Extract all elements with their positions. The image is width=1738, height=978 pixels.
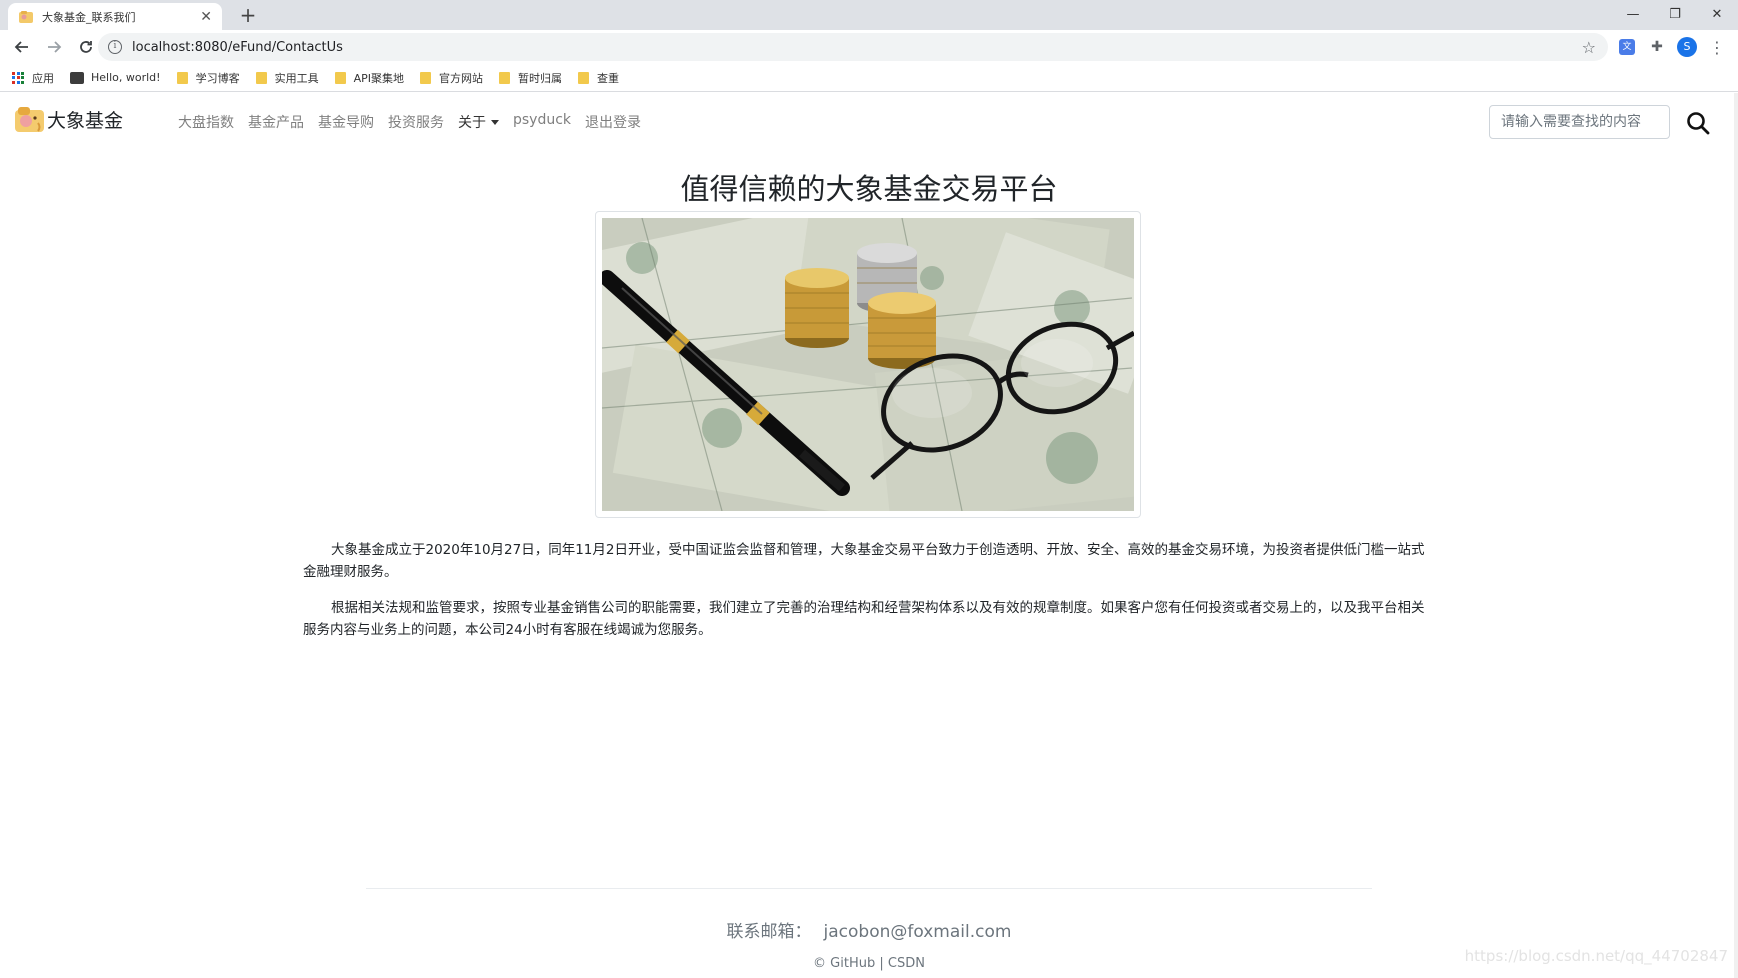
csdn-link[interactable]: CSDN bbox=[888, 956, 925, 971]
browser-tabstrip: 大象基金_联系我们 ✕ + — ❐ ✕ bbox=[0, 0, 1738, 30]
hello-world-icon bbox=[70, 71, 84, 84]
back-button[interactable] bbox=[8, 33, 36, 61]
extensions-area: 文 ✚ S ⋮ bbox=[1616, 33, 1728, 61]
minimize-icon[interactable]: — bbox=[1612, 0, 1654, 28]
contact-line: 联系邮箱： jacobon@foxmail.com bbox=[0, 917, 1738, 942]
arrow-right-icon bbox=[48, 41, 62, 53]
copyright-symbol: © bbox=[813, 956, 827, 971]
browser-tab[interactable]: 大象基金_联系我们 ✕ bbox=[8, 3, 222, 30]
bookmark-folder[interactable]: 暂时归属 bbox=[498, 70, 562, 86]
bookmark-label: 查重 bbox=[596, 71, 619, 85]
address-bar[interactable]: i localhost:8080/eFund/ContactUs ☆ bbox=[98, 33, 1608, 61]
translate-icon: 文 bbox=[1619, 39, 1635, 55]
profile-button[interactable]: S bbox=[1676, 36, 1698, 58]
elephant-logo-icon bbox=[15, 107, 44, 132]
logout-link[interactable]: 退出登录 bbox=[585, 112, 641, 132]
avatar: S bbox=[1677, 37, 1697, 57]
bookmark-label: 官方网站 bbox=[438, 71, 483, 85]
folder-icon bbox=[498, 71, 510, 84]
folder-icon bbox=[577, 71, 589, 84]
elephant-logo-icon bbox=[19, 10, 33, 23]
bookmark-folder[interactable]: 学习博客 bbox=[176, 70, 240, 86]
more-vert-icon: ⋮ bbox=[1709, 37, 1725, 57]
contact-label: 联系邮箱： bbox=[726, 922, 812, 942]
nav-link-username[interactable]: psyduck bbox=[513, 112, 571, 132]
translate-extension-button[interactable]: 文 bbox=[1616, 36, 1638, 58]
money-coins-pen-glasses-image bbox=[602, 218, 1134, 511]
nav-link-market-index[interactable]: 大盘指数 bbox=[178, 112, 234, 132]
apps-grid-icon bbox=[12, 71, 24, 84]
bookmark-label: Hello, world! bbox=[91, 71, 161, 84]
tab-close-icon[interactable]: ✕ bbox=[200, 9, 212, 25]
hero-image-frame bbox=[595, 211, 1141, 518]
bookmark-star-icon[interactable]: ☆ bbox=[1582, 38, 1596, 57]
bookmark-label: 学习博客 bbox=[195, 71, 240, 85]
bookmark-label: 暂时归属 bbox=[517, 71, 562, 85]
puzzle-icon: ✚ bbox=[1651, 39, 1663, 55]
folder-icon bbox=[419, 71, 431, 84]
page-scrollbar[interactable] bbox=[1734, 93, 1738, 978]
reload-button[interactable] bbox=[72, 33, 100, 61]
arrow-left-icon bbox=[14, 41, 28, 53]
watermark-text: https://blog.csdn.net/qq_44702847 bbox=[1464, 947, 1728, 965]
footer-separator: | bbox=[879, 956, 884, 971]
folder-icon bbox=[255, 71, 267, 84]
close-icon[interactable]: ✕ bbox=[1696, 0, 1738, 28]
bookmark-folder[interactable]: 官方网站 bbox=[419, 70, 483, 86]
github-link[interactable]: GitHub bbox=[830, 956, 875, 971]
tab-title: 大象基金_联系我们 bbox=[42, 10, 136, 24]
search-icon[interactable] bbox=[1684, 109, 1712, 137]
bookmark-folder[interactable]: 实用工具 bbox=[255, 70, 319, 86]
footer-divider bbox=[366, 888, 1372, 889]
caret-down-icon bbox=[491, 120, 499, 125]
page-title: 值得信赖的大象基金交易平台 bbox=[680, 172, 1058, 206]
brand-name: 大象基金 bbox=[47, 109, 124, 132]
intro-text: 大象基金成立于2020年10月27日，同年11月2日开业，受中国证监会监督和管理… bbox=[303, 539, 1435, 655]
bookmark-folder[interactable]: API聚集地 bbox=[334, 70, 404, 86]
bookmark-label: API聚集地 bbox=[353, 71, 404, 85]
nav-link-investment-services[interactable]: 投资服务 bbox=[388, 112, 444, 132]
intro-paragraph: 根据相关法规和监管要求，按照专业基金销售公司的职能需要，我们建立了完善的治理结构… bbox=[303, 600, 1425, 638]
site-info-icon[interactable]: i bbox=[108, 40, 122, 54]
folder-icon bbox=[334, 71, 346, 84]
url-text[interactable]: localhost:8080/eFund/ContactUs bbox=[132, 40, 343, 55]
window-controls: — ❐ ✕ bbox=[1612, 0, 1738, 30]
bookmark-folder[interactable]: 查重 bbox=[577, 70, 619, 86]
bookmark-label: 应用 bbox=[32, 71, 54, 85]
nav-link-fund-products[interactable]: 基金产品 bbox=[248, 112, 304, 132]
nav-dropdown-about[interactable]: 关于 bbox=[458, 112, 499, 132]
forward-button[interactable] bbox=[40, 33, 68, 61]
nav-links: 大盘指数 基金产品 基金导购 投资服务 关于 psyduck 退出登录 bbox=[178, 112, 655, 132]
intro-paragraph: 大象基金成立于2020年10月27日，同年11月2日开业，受中国证监会监督和管理… bbox=[303, 542, 1425, 580]
browser-menu-button[interactable]: ⋮ bbox=[1706, 36, 1728, 58]
bookmark-item[interactable]: Hello, world! bbox=[70, 71, 161, 84]
dropdown-label: 关于 bbox=[458, 115, 486, 131]
brand-link[interactable]: 大象基金 bbox=[14, 105, 123, 133]
reload-icon bbox=[80, 41, 92, 53]
restore-icon[interactable]: ❐ bbox=[1654, 0, 1696, 28]
page-content: 大象基金 大盘指数 基金产品 基金导购 投资服务 关于 psyduck 退出登录… bbox=[0, 93, 1738, 978]
extensions-button[interactable]: ✚ bbox=[1646, 36, 1668, 58]
nav-link-fund-guide[interactable]: 基金导购 bbox=[318, 112, 374, 132]
contact-email-link[interactable]: jacobon@foxmail.com bbox=[824, 922, 1012, 942]
search-input[interactable] bbox=[1489, 105, 1670, 139]
bookmark-apps[interactable]: 应用 bbox=[12, 70, 54, 86]
site-navbar: 大象基金 大盘指数 基金产品 基金导购 投资服务 关于 psyduck 退出登录 bbox=[0, 93, 1738, 149]
browser-toolbar: i localhost:8080/eFund/ContactUs ☆ 文 ✚ S… bbox=[0, 30, 1738, 64]
new-tab-button[interactable]: + bbox=[236, 3, 260, 27]
bookmark-label: 实用工具 bbox=[274, 71, 319, 85]
folder-icon bbox=[176, 71, 188, 84]
bookmarks-bar: 应用 Hello, world! 学习博客 实用工具 API聚集地 官方网站 暂… bbox=[0, 64, 1738, 92]
